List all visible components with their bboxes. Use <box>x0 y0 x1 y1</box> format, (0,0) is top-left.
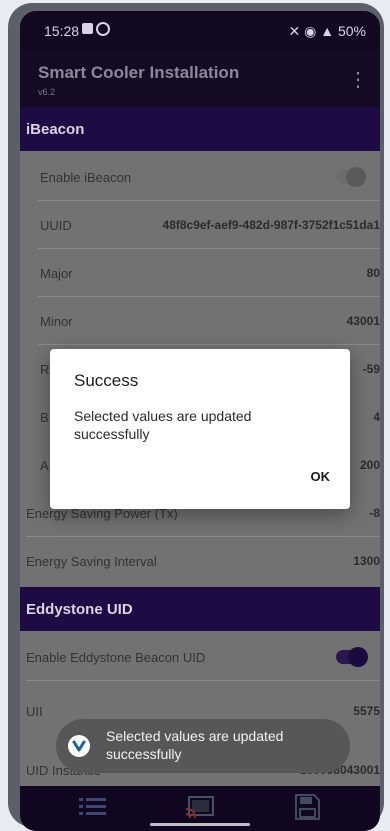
battery-percent: 50% <box>337 23 366 39</box>
signal-icons: ✕ ◉ ▲ <box>288 23 338 39</box>
app-logo-icon <box>68 735 90 757</box>
uuid-label: UUID <box>40 217 72 233</box>
energy-interval-value: 1300 <box>353 554 380 568</box>
overflow-menu-icon[interactable]: ⋮ <box>348 67 368 91</box>
obscured-value-1: -59 <box>362 362 380 376</box>
major-label: Major <box>40 265 73 281</box>
phone-frame: 15:28 ✕ ◉ ▲ 50% Smart Cooler Installatio… <box>8 3 384 831</box>
row-major[interactable]: Major 80 <box>20 249 380 297</box>
status-bar: 15:28 ✕ ◉ ▲ 50% <box>20 11 380 51</box>
obscured-label-3: A <box>40 457 49 473</box>
cast-icon[interactable] <box>183 792 217 822</box>
energy-interval-label: Energy Saving Interval <box>26 553 157 569</box>
enable-ibeacon-label: Enable iBeacon <box>40 169 132 185</box>
enable-eddystone-toggle[interactable] <box>336 647 368 667</box>
uuid-value: 48f8c9ef-aef9-482d-987f-3752f1c51da1 <box>162 218 380 232</box>
app-title: Smart Cooler Installation <box>38 63 240 82</box>
toggle-knob <box>346 167 366 187</box>
app-screen: 15:28 ✕ ◉ ▲ 50% Smart Cooler Installatio… <box>20 11 380 831</box>
energy-power-value: -8 <box>369 506 380 520</box>
obscured-label-2: B <box>40 409 49 425</box>
success-dialog: Success Selected values are updated succ… <box>50 349 350 509</box>
section-header-eddystone: Eddystone UID <box>20 587 380 631</box>
row-energy-interval[interactable]: Energy Saving Interval 1300 <box>20 537 380 585</box>
status-right: ✕ ◉ ▲ 50% <box>288 23 366 40</box>
gesture-nav-handle[interactable] <box>150 823 250 826</box>
divider <box>26 680 380 681</box>
save-icon[interactable] <box>290 792 324 822</box>
obscured-label-1: R <box>40 361 50 377</box>
row-enable-eddystone[interactable]: Enable Eddystone Beacon UID <box>20 633 380 681</box>
obscured-value-3: 200 <box>359 458 380 472</box>
uid-namespace-label: UII <box>26 703 43 719</box>
enable-eddystone-label: Enable Eddystone Beacon UID <box>26 649 206 665</box>
minor-label: Minor <box>40 313 73 329</box>
notification-icons <box>82 22 110 36</box>
status-time: 15:28 <box>44 23 80 39</box>
obscured-value-2: 4 <box>373 410 380 424</box>
major-value: 80 <box>366 266 380 280</box>
app-version: v6.2 <box>38 87 56 97</box>
toggle-knob <box>348 647 368 667</box>
toast-message: Selected values are updated successfully <box>106 728 284 762</box>
dialog-message: Selected values are updated successfully <box>74 408 252 442</box>
toast-notification: Selected values are updated successfully <box>56 719 350 773</box>
enable-ibeacon-toggle[interactable] <box>336 167 366 187</box>
dialog-title: Success <box>74 371 139 390</box>
list-icon[interactable] <box>75 792 109 822</box>
section-header-ibeacon: iBeacon <box>20 107 380 151</box>
uid-namespace-value: 5575 <box>353 704 380 718</box>
row-minor[interactable]: Minor 43001 <box>20 297 380 345</box>
row-uuid[interactable]: UUID 48f8c9ef-aef9-482d-987f-3752f1c51da… <box>20 201 380 249</box>
app-bar: Smart Cooler Installation v6.2 ⋮ <box>20 51 380 107</box>
row-enable-ibeacon[interactable]: Enable iBeacon <box>20 153 380 201</box>
logo-mark <box>72 740 86 752</box>
minor-value: 43001 <box>346 314 380 328</box>
dialog-ok-button[interactable]: OK <box>311 469 331 484</box>
